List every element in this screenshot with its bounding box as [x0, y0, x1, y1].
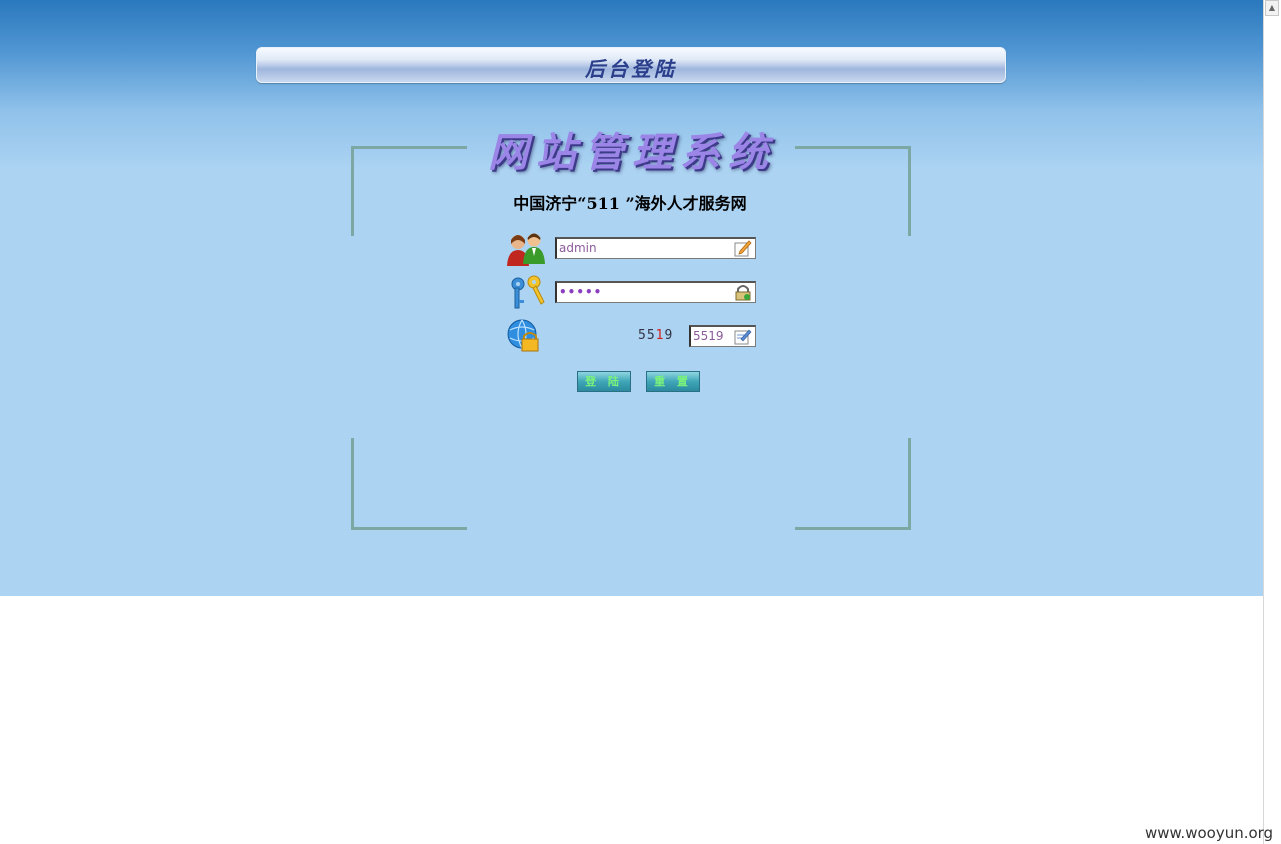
site-name: 中国济宁“511 ”海外人才服务网	[513, 194, 747, 213]
reset-button[interactable]: 重 置	[646, 371, 700, 392]
captcha-input[interactable]: 5519	[689, 325, 756, 347]
globe-lock-icon	[506, 318, 548, 356]
password-input[interactable]: •••••	[555, 281, 756, 303]
captcha-image[interactable]: 5519	[638, 327, 682, 345]
captcha-digit: 9	[664, 328, 674, 343]
password-value: •••••	[559, 285, 603, 299]
page-title: 后台登陆	[585, 57, 677, 81]
header-title-bar: 后台登陆	[256, 47, 1006, 83]
login-page: ▲ 后台登陆 网站管理系统 中国济宁“511 ”海外人才服务网 admin ••…	[0, 0, 1281, 844]
edit-pencil-icon	[734, 240, 752, 257]
login-button[interactable]: 登 陆	[577, 371, 631, 392]
frame-corner-bottom-right	[795, 438, 911, 530]
keys-icon	[506, 274, 548, 312]
system-title: 网站管理系统	[488, 129, 776, 176]
captcha-value: 5519	[693, 329, 724, 343]
username-value: admin	[559, 241, 597, 255]
vertical-scrollbar[interactable]	[1263, 0, 1281, 844]
watermark: www.wooyun.org	[1145, 824, 1274, 842]
edit-note-icon	[734, 328, 752, 345]
scroll-up-arrow-icon[interactable]: ▲	[1265, 0, 1279, 16]
captcha-digit: 5	[638, 328, 647, 343]
users-icon	[505, 230, 547, 268]
captcha-digit: 5	[646, 328, 656, 343]
frame-corner-bottom-left	[351, 438, 467, 530]
username-input[interactable]: admin	[555, 237, 756, 259]
padlock-icon	[734, 284, 752, 301]
